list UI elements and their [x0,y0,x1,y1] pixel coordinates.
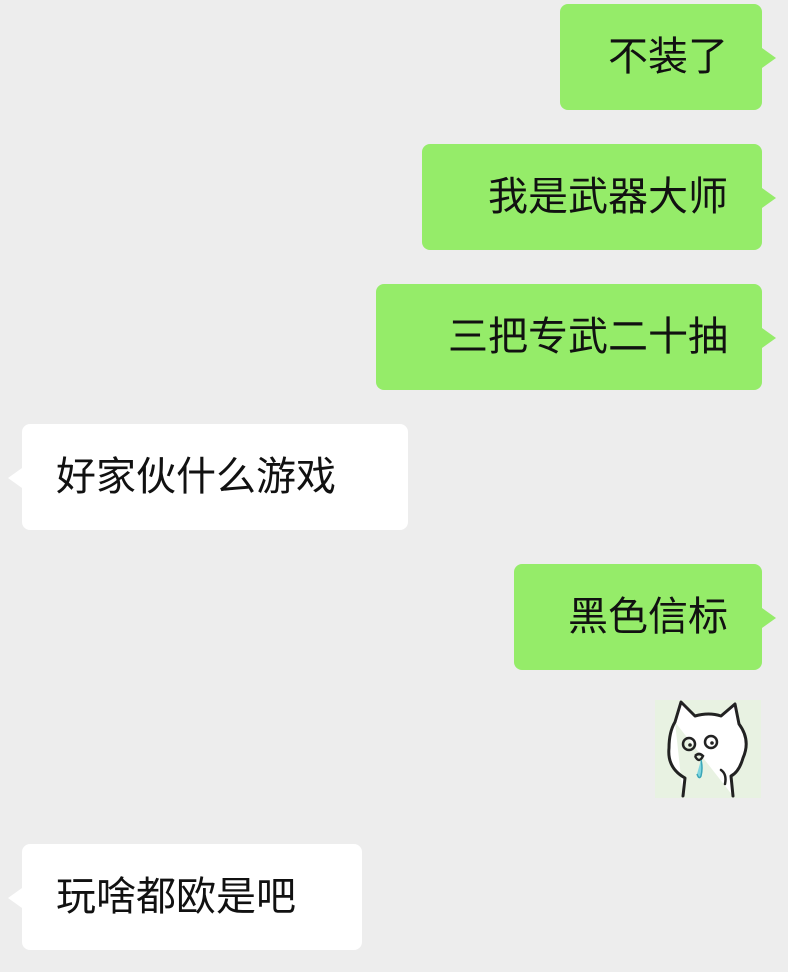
sent-message-bubble[interactable]: 不装了 [560,4,776,110]
message-text: 我是武器大师 [488,174,728,220]
message-text: 不装了 [608,34,728,80]
message-text: 玩啥都欧是吧 [56,874,296,920]
sent-message-bubble[interactable]: 三把专武二十抽 [376,284,776,390]
cat-drooling-sticker[interactable] [655,700,761,798]
received-message-bubble[interactable]: 玩啥都欧是吧 [8,844,362,950]
message-text: 三把专武二十抽 [448,314,728,360]
message-text: 黑色信标 [568,594,728,640]
cat-face-icon [667,700,748,798]
sent-message-bubble[interactable]: 我是武器大师 [422,144,776,250]
sent-message-bubble[interactable]: 黑色信标 [514,564,776,670]
received-message-bubble[interactable]: 好家伙什么游戏 [8,424,408,530]
message-text: 好家伙什么游戏 [56,454,336,500]
